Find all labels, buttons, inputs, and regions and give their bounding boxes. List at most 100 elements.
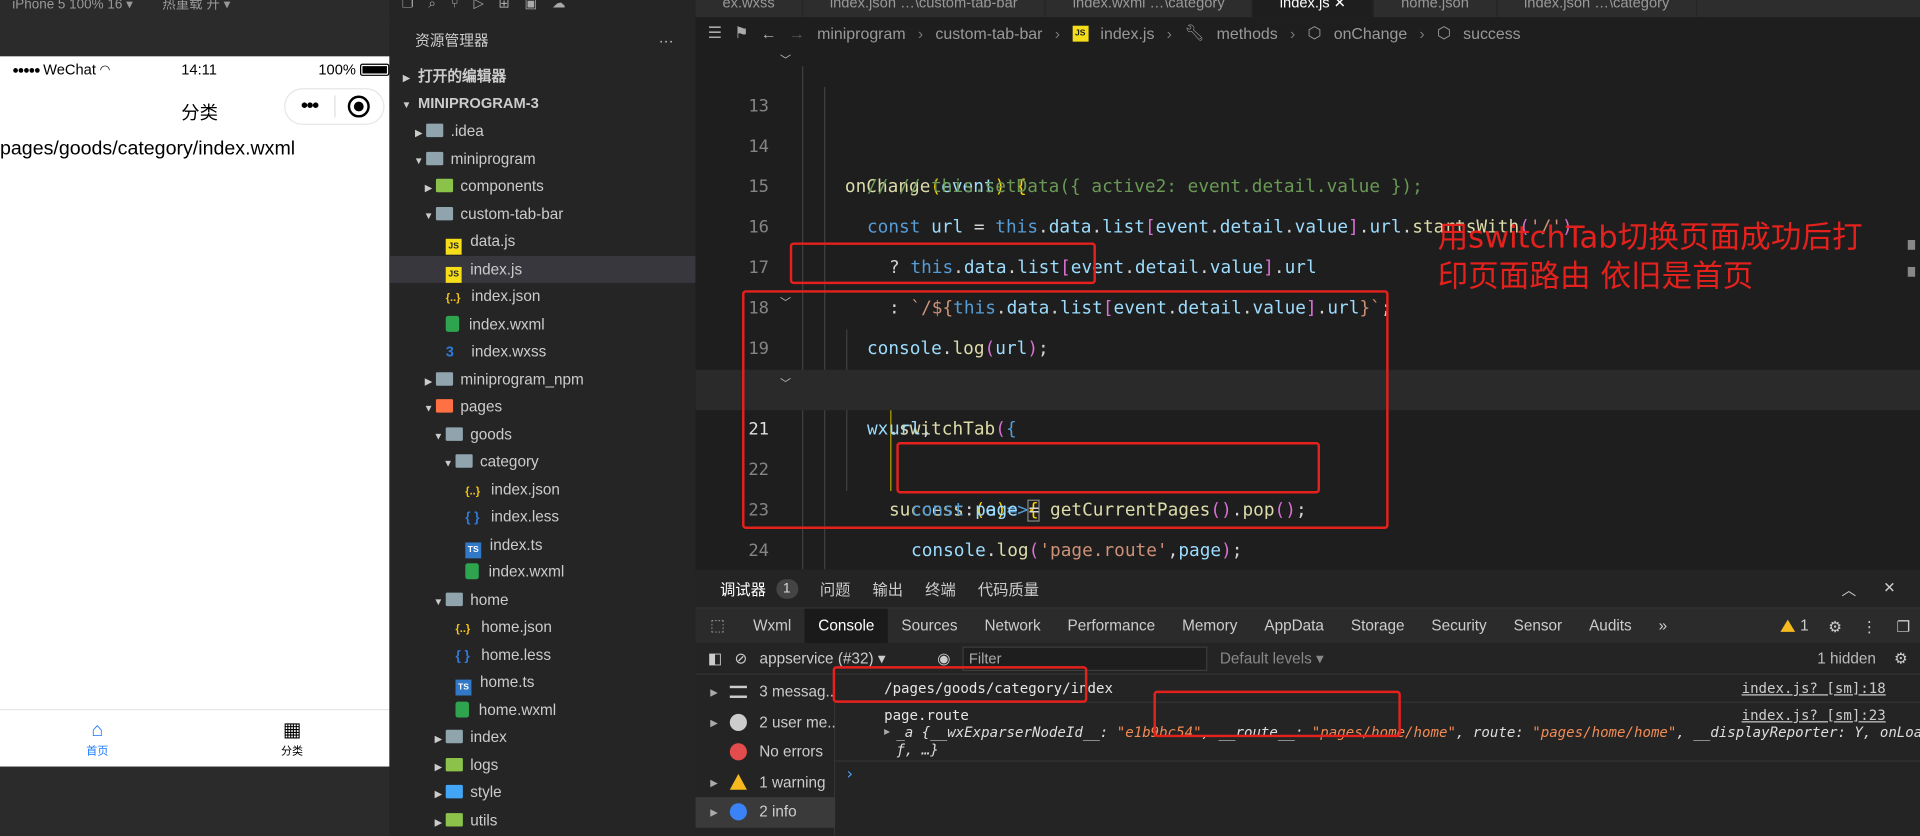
tree-item[interactable]: {..} index.json	[389, 283, 695, 310]
copy-icon[interactable]: ❐	[402, 0, 414, 15]
editor-tab[interactable]: home.json	[1374, 0, 1498, 18]
more-icon[interactable]: •••	[285, 96, 333, 118]
devtools-tab-sensor[interactable]: Sensor	[1500, 609, 1575, 643]
context-select[interactable]: appservice (#32) ▾	[760, 649, 925, 667]
tree-item[interactable]: ▶ logs	[389, 751, 695, 778]
debugger-tab[interactable]: 终端	[925, 577, 956, 600]
log-source-link[interactable]: index.js? [sm]:23	[1742, 707, 1886, 724]
tree-item[interactable]: {..} home.json	[389, 613, 695, 640]
debugger-tab[interactable]: 代码质量	[978, 577, 1039, 600]
console-prompt-icon[interactable]: ›	[845, 765, 855, 783]
tree-item[interactable]: ▼ custom-tab-bar	[389, 200, 695, 227]
tree-item[interactable]: ▶ miniprogram_npm	[389, 366, 695, 393]
devtools-tab-performance[interactable]: Performance	[1054, 609, 1169, 643]
tree-item[interactable]: ▼ pages	[389, 393, 695, 420]
tree-item[interactable]: JS data.js	[389, 228, 695, 255]
devtools-tab-memory[interactable]: Memory	[1169, 609, 1251, 643]
sidebar-toggle-icon[interactable]: ◧	[708, 649, 722, 667]
tree-item[interactable]: TS home.ts	[389, 669, 695, 696]
bookmark-icon[interactable]: ⚑	[734, 23, 748, 43]
tree-item[interactable]: TS index.ts	[389, 531, 695, 558]
project-root[interactable]: ▼ MINIPROGRAM-3	[389, 89, 695, 116]
close-panel-icon[interactable]: ✕	[1883, 579, 1895, 600]
console-filter-error[interactable]: No errors	[696, 737, 836, 768]
hot-reload-select[interactable]: 热重载 开 ▾	[162, 0, 230, 12]
tree-item[interactable]: ▼ home	[389, 586, 695, 613]
debug-icon[interactable]: ▷	[473, 0, 483, 15]
tree-item[interactable]: JS index.js	[389, 255, 696, 283]
git-icon[interactable]: ⑂	[451, 0, 459, 15]
warning-counter[interactable]: 1	[1780, 617, 1809, 634]
editor-tab[interactable]: index.js ✕	[1252, 0, 1375, 18]
devtools-tab-appdata[interactable]: AppData	[1251, 609, 1338, 643]
tree-item[interactable]: { } index.less	[389, 503, 695, 530]
console-filter-list[interactable]: ▶ 3 messag...	[696, 677, 835, 708]
tree-item[interactable]: index.wxml	[389, 558, 695, 585]
tree-item[interactable]: index.wxml	[389, 310, 695, 337]
log-object-preview[interactable]: _a {__wxExparserNodeId__: "e1b9bc54", __…	[896, 724, 1920, 741]
console-filter-warning[interactable]: ▶ 1 warning	[696, 767, 836, 798]
close-mini-program-button[interactable]	[335, 95, 383, 118]
debugger-tab[interactable]: 调试器 1	[720, 577, 798, 600]
tree-item[interactable]: ▼ miniprogram	[389, 145, 695, 172]
device-select[interactable]: iPhone 5 100% 16 ▾	[12, 0, 133, 12]
devtools-tab-storage[interactable]: Storage	[1337, 609, 1418, 643]
tree-item[interactable]: { } home.less	[389, 641, 695, 668]
devtools-tab-wxml[interactable]: Wxml	[740, 609, 805, 643]
tab-home[interactable]: ⌂ 首页	[0, 710, 195, 766]
back-arrow-icon[interactable]: ←	[761, 24, 777, 42]
tree-item[interactable]: {..} index.json	[389, 476, 695, 503]
expand-arrow-icon[interactable]: ▶	[884, 726, 890, 737]
tree-item[interactable]: ▶ utils	[389, 806, 695, 833]
log-levels-select[interactable]: Default levels ▾	[1220, 649, 1324, 667]
tree-item[interactable]: ▶ style	[389, 779, 695, 806]
clear-console-icon[interactable]: ⊘	[734, 649, 747, 667]
forward-arrow-icon[interactable]: →	[789, 24, 805, 42]
element-picker-icon[interactable]: ⬚	[696, 616, 740, 636]
breadcrumb-item[interactable]: index.js	[1100, 24, 1154, 42]
devtools-tab-security[interactable]: Security	[1418, 609, 1500, 643]
tree-item[interactable]: ▶ components	[389, 173, 695, 200]
editor-tab[interactable]: index.json …\category	[1497, 0, 1698, 18]
kebab-menu-icon[interactable]: ⋮	[1862, 617, 1877, 635]
devtools-tab-audits[interactable]: Audits	[1576, 609, 1645, 643]
breadcrumb-item[interactable]: custom-tab-bar	[935, 24, 1042, 42]
collapse-panel-icon[interactable]: ︿	[1842, 579, 1857, 600]
editor-tab[interactable]: index.json …\custom-tab-bar	[803, 0, 1046, 18]
tree-item[interactable]: ▼ category	[389, 448, 695, 475]
cloud-icon[interactable]: ☁	[552, 0, 565, 15]
devtools-tab-console[interactable]: Console	[804, 608, 888, 643]
breadcrumb-item[interactable]: success	[1463, 24, 1521, 42]
editor-tab[interactable]: index.wxml …\category	[1046, 0, 1253, 18]
debugger-tab[interactable]: 问题	[820, 577, 851, 600]
settings-gear-icon[interactable]: ⚙	[1828, 617, 1842, 635]
console-settings-icon[interactable]: ⚙	[1894, 649, 1908, 667]
breadcrumb-item[interactable]: miniprogram	[817, 24, 905, 42]
open-editors-section[interactable]: ▶ 打开的编辑器	[389, 62, 695, 89]
fold-chevron-icon[interactable]: ﹀	[780, 42, 791, 82]
more-actions-icon[interactable]: ···	[659, 27, 674, 54]
log-source-link[interactable]: index.js? [sm]:18	[1742, 680, 1886, 697]
devtools-tab-network[interactable]: Network	[971, 609, 1054, 643]
save-icon[interactable]: ▣	[525, 0, 538, 15]
debugger-tab[interactable]: 输出	[872, 577, 903, 600]
list-icon[interactable]: ☰	[708, 23, 722, 43]
extensions-icon[interactable]: ⊞	[499, 0, 510, 15]
devtools-tab-sources[interactable]: Sources	[888, 609, 971, 643]
tree-item[interactable]: ▶ index	[389, 724, 695, 751]
console-filter-info[interactable]: ▶ 2 info	[695, 797, 836, 828]
editor-tab[interactable]: ex.wxss	[696, 0, 803, 18]
console-filter-user[interactable]: ▶ 2 user me...	[696, 707, 835, 738]
tree-item[interactable]: home.wxml	[389, 696, 695, 723]
breadcrumb-item[interactable]: onChange	[1334, 24, 1407, 42]
breadcrumb-item[interactable]: methods	[1217, 24, 1278, 42]
code-area[interactable]: 13 ﹀ onChange(event) { 14 // // this.set…	[695, 47, 1920, 642]
more-tabs-button[interactable]: »	[1645, 609, 1680, 643]
eye-icon[interactable]: ◉	[937, 649, 950, 667]
tree-item[interactable]: ▼ goods	[389, 421, 695, 448]
dock-icon[interactable]: ❐	[1896, 617, 1910, 635]
tab-category[interactable]: ▦ 分类	[195, 710, 390, 766]
tree-item[interactable]: ▶ .idea	[389, 118, 695, 145]
search-icon[interactable]: ⌕	[428, 0, 436, 15]
tree-item[interactable]: 3 index.wxss	[389, 338, 695, 365]
